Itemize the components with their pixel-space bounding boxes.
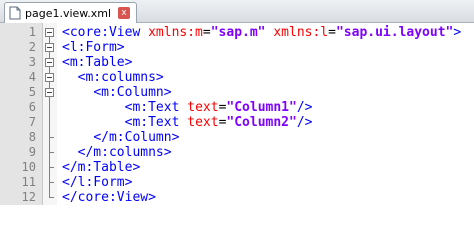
code-token-str: "Column2" [226, 115, 297, 130]
code-token-attr: xmlns:l [273, 25, 329, 40]
line-number: 2 [28, 40, 36, 54]
line-number: 12 [21, 190, 36, 204]
line-number: 8 [28, 130, 36, 144]
fold-end-marker [49, 167, 54, 168]
fold-toggle-icon[interactable] [45, 28, 54, 37]
code-token-tag: /> [296, 100, 313, 115]
code-token-attr: xmlns:m [148, 25, 203, 40]
code-token-tag: </l:Form> [62, 175, 133, 190]
code-token-tag: </m:Column> [93, 130, 180, 145]
fold-end-marker [49, 152, 54, 153]
code-line[interactable]: </m:Table> [62, 160, 140, 175]
tab-label: page1.view.xml [25, 6, 112, 20]
code-line[interactable]: <m:Text text="Column2"/> [62, 115, 313, 130]
code-token-tag: <m:Table> [62, 55, 133, 70]
fold-guide-line [49, 32, 50, 197]
code-line[interactable]: </core:View> [62, 190, 156, 205]
tab-page1-view-xml[interactable]: page1.view.xml x [4, 2, 138, 23]
line-number: 10 [21, 160, 36, 174]
fold-end-marker [49, 137, 54, 138]
fold-toggle-icon[interactable] [45, 73, 54, 82]
code-token-tag: <m:columns> [77, 70, 164, 85]
code-line[interactable]: <m:Text text="Column1"/> [62, 100, 313, 115]
code-token-eq: = [328, 25, 336, 40]
code-token-str: "sap.m" [210, 25, 266, 40]
line-number: 9 [28, 145, 36, 159]
code-line[interactable]: <m:Column> [62, 85, 172, 100]
code-token-tag: </core:View> [62, 190, 156, 205]
code-token-tag: </m:columns> [77, 145, 172, 160]
line-number: 7 [28, 115, 36, 129]
fold-toggle-icon[interactable] [45, 43, 54, 52]
code-line[interactable]: </m:Column> [62, 130, 179, 145]
code-token-attr: text [187, 115, 219, 130]
code-line[interactable]: </m:columns> [62, 145, 172, 160]
fold-toggle-icon[interactable] [45, 88, 54, 97]
code-line[interactable]: <m:columns> [62, 70, 164, 85]
code-token-tag: <core:View [62, 25, 149, 40]
line-number: 11 [21, 175, 36, 189]
file-icon [9, 6, 21, 20]
line-number: 4 [28, 70, 36, 84]
code-token-tag: <m:Text [124, 100, 188, 115]
code-token-eq: = [202, 25, 211, 40]
code-token-tag: /> [296, 115, 313, 130]
code-token-tag: <m:Column> [93, 85, 172, 100]
code-token-tag: <m:Text [124, 115, 188, 130]
fold-end-marker [49, 197, 54, 198]
fold-end-marker [49, 182, 54, 183]
line-number: 5 [28, 85, 36, 99]
code-line[interactable]: <m:Table> [62, 55, 132, 70]
close-tab-button[interactable]: x [118, 7, 131, 19]
fold-toggle-icon[interactable] [45, 58, 54, 67]
code-token-tag: </m:Table> [62, 160, 141, 175]
code-line[interactable]: <l:Form> [62, 40, 125, 55]
code-token-str: "Column1" [226, 100, 297, 115]
code-token-tag: <l:Form> [62, 40, 125, 55]
code-token-tag: > [453, 25, 462, 40]
line-number: 1 [28, 25, 36, 39]
code-token-str: "sap.ui.layout" [335, 25, 454, 40]
code-token-attr: text [187, 100, 219, 115]
tab-bar: page1.view.xml x [0, 0, 474, 23]
line-number: 3 [28, 55, 36, 69]
code-line[interactable]: </l:Form> [62, 175, 132, 190]
code-line[interactable]: <core:View xmlns:m="sap.m" xmlns:l="sap.… [62, 25, 461, 40]
line-number: 6 [28, 100, 36, 114]
